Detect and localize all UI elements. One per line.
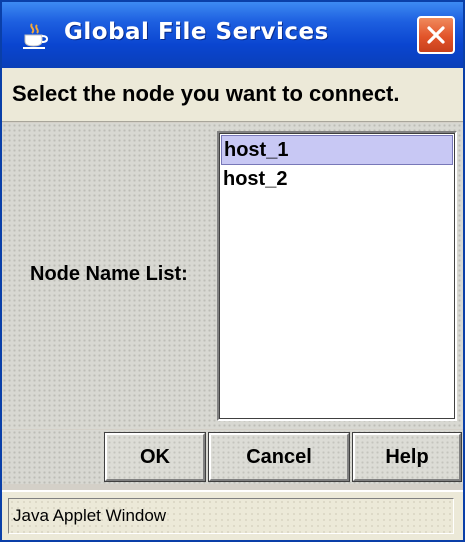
node-name-list-label: Node Name List: [30, 263, 188, 285]
status-text: Java Applet Window [13, 506, 167, 525]
content-panel: Node Name List: host_1 host_2 [2, 123, 463, 429]
window-title: Global File Services [64, 19, 329, 45]
dialog-window: Global File Services Select the node you… [0, 0, 465, 542]
status-panel: Java Applet Window [8, 498, 454, 534]
prompt-text: Select the node you want to connect. [12, 81, 400, 106]
button-bar: OK Cancel Help [2, 430, 463, 484]
ok-button[interactable]: OK [104, 432, 206, 482]
close-button[interactable] [417, 16, 455, 54]
prompt-panel: Select the node you want to connect. [2, 68, 463, 122]
node-name-listbox[interactable]: host_1 host_2 [217, 131, 457, 421]
title-bar[interactable]: Global File Services [2, 2, 463, 68]
cancel-button[interactable]: Cancel [208, 432, 350, 482]
list-item-host-1[interactable]: host_1 [221, 135, 453, 165]
java-cup-icon [20, 22, 50, 50]
status-bar: Java Applet Window [2, 490, 463, 540]
list-item-host-2[interactable]: host_2 [221, 165, 453, 195]
help-button[interactable]: Help [352, 432, 462, 482]
